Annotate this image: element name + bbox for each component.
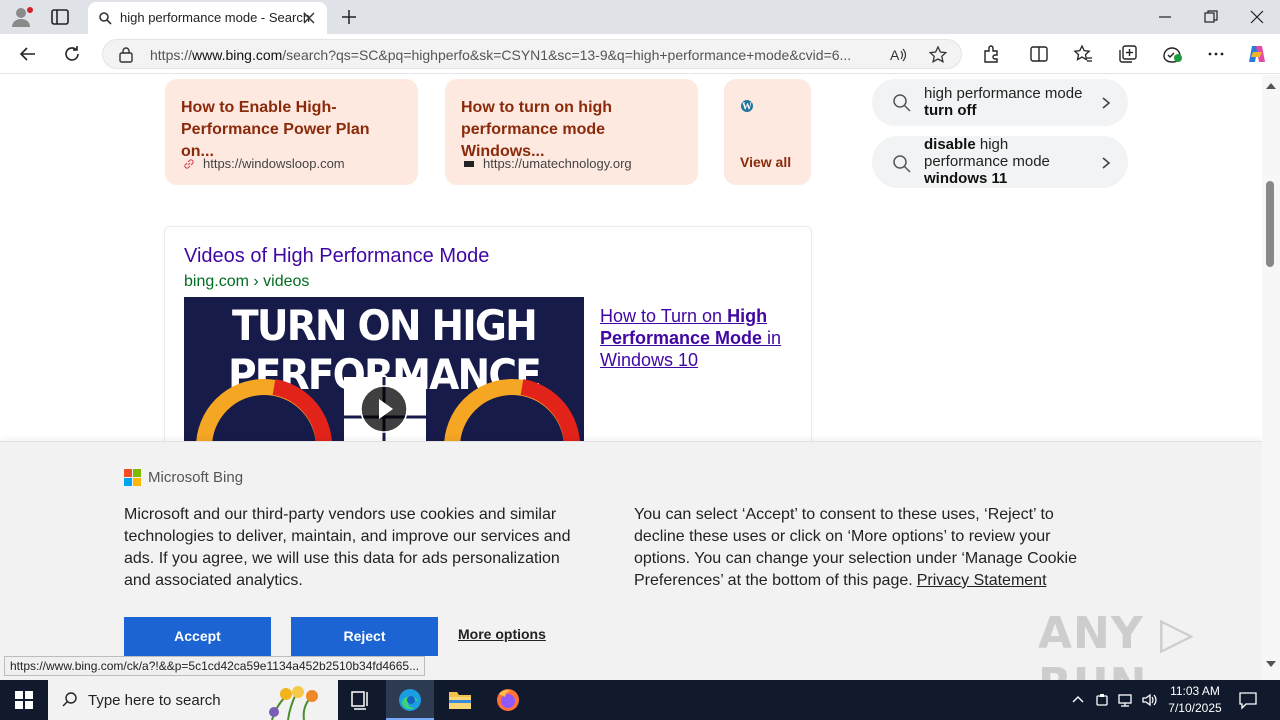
tab-actions-icon[interactable] [48, 6, 72, 28]
file-explorer-icon[interactable] [436, 680, 484, 720]
privacy-statement-link[interactable]: Privacy Statement [917, 572, 1047, 589]
split-screen-icon[interactable] [1028, 43, 1050, 65]
meet-now-icon[interactable] [1094, 691, 1112, 709]
microsoft-logo-icon [124, 469, 142, 487]
related-search-text: high performance mode turn off [924, 85, 1084, 119]
edge-icon [399, 689, 421, 711]
tab-title: high performance mode - Search [120, 10, 311, 25]
favorites-icon[interactable] [1072, 43, 1094, 65]
view-all-card[interactable]: W View all [724, 79, 811, 185]
more-menu-icon[interactable] [1205, 43, 1227, 65]
refresh-icon[interactable] [61, 43, 83, 65]
clock-time: 11:03 AM [1170, 684, 1220, 698]
volume-icon[interactable] [1141, 691, 1159, 709]
restore-icon[interactable] [1200, 6, 1222, 28]
url-rest: /search?qs=SC&pq=highperfo&sk=CSYN1&sc=1… [282, 47, 852, 63]
firefox-icon[interactable] [484, 680, 532, 720]
taskbar-search-box[interactable]: Type here to search [48, 680, 338, 720]
site-favicon-icon [464, 161, 474, 167]
clock-date: 7/10/2025 [1168, 701, 1222, 715]
search-icon [893, 94, 911, 112]
result-card-title[interactable]: How to Enable High-Performance Power Pla… [181, 97, 406, 163]
link-icon [184, 159, 194, 169]
chevron-right-icon [1102, 157, 1111, 169]
related-search-disable[interactable]: disable high performance mode windows 11 [872, 136, 1128, 188]
windows-taskbar: Type here to search 11:03 AM 7/10/2025 [0, 680, 1280, 720]
videos-title[interactable]: Videos of High Performance Mode [184, 245, 489, 268]
svg-text:W: W [742, 102, 752, 113]
system-clock[interactable]: 11:03 AM 7/10/2025 [1164, 683, 1226, 717]
minimize-icon[interactable] [1154, 6, 1176, 28]
back-icon[interactable] [17, 43, 39, 65]
url-domain: www.bing.com [192, 47, 283, 63]
brand-name: Microsoft Bing [148, 469, 244, 486]
new-tab-icon[interactable] [338, 6, 360, 28]
read-aloud-icon[interactable]: A [888, 45, 908, 65]
related-search-bold-pre: disable [924, 136, 976, 153]
related-search-prefix: high performance mode [924, 85, 1083, 102]
notification-icon[interactable] [1238, 690, 1258, 710]
result-card-source: https://umatechnology.org [483, 156, 632, 171]
search-icon [99, 12, 112, 25]
vertical-scrollbar[interactable] [1262, 75, 1280, 680]
flowers-decoration-icon [269, 686, 318, 720]
taskbar-edge-app[interactable] [386, 680, 434, 720]
chevron-up-icon[interactable] [1069, 691, 1087, 709]
svg-text:A: A [890, 47, 900, 63]
favorite-star-icon[interactable] [928, 45, 948, 65]
search-icon [893, 155, 911, 173]
task-view-icon[interactable] [336, 680, 384, 720]
cookie-description: Microsoft and our third-party vendors us… [124, 506, 571, 589]
chevron-right-icon [1102, 97, 1111, 109]
accept-button[interactable]: Accept [124, 617, 271, 656]
active-tab[interactable]: high performance mode - Search [88, 2, 327, 34]
site-info-icon[interactable] [117, 46, 135, 64]
windows-start-icon[interactable] [0, 680, 48, 720]
taskbar-search-placeholder: Type here to search [88, 692, 221, 709]
page-content: How to Enable High-Performance Power Pla… [0, 75, 1262, 680]
copilot-icon[interactable] [1246, 43, 1268, 65]
result-card-title[interactable]: How to turn on high performance mode Win… [461, 97, 689, 163]
result-card-2[interactable]: How to turn on high performance mode Win… [445, 79, 698, 185]
collections-icon[interactable] [1117, 43, 1139, 65]
wordpress-icon: W [741, 100, 753, 113]
related-search-bold: windows 11 [924, 170, 1008, 187]
view-all-link[interactable]: View all [740, 154, 791, 170]
scroll-thumb[interactable] [1266, 181, 1274, 267]
extensions-icon[interactable] [980, 43, 1002, 65]
address-bar[interactable]: https://www.bing.com/search?qs=SC&pq=hig… [102, 39, 962, 69]
browser-essentials-icon[interactable] [1161, 43, 1183, 65]
tab-strip: high performance mode - Search [0, 0, 1280, 34]
cookie-options-text: You can select ‘Accept’ to consent to th… [634, 504, 1084, 592]
result-card-1[interactable]: How to Enable High-Performance Power Pla… [165, 79, 418, 185]
related-search-bold: turn off [924, 102, 977, 119]
reject-button[interactable]: Reject [291, 617, 438, 656]
result-card-source: https://windowsloop.com [203, 156, 345, 171]
close-tab-icon[interactable] [302, 11, 316, 25]
close-window-icon[interactable] [1246, 6, 1268, 28]
play-icon[interactable] [360, 385, 408, 433]
video-link-pre: How to Turn on [600, 306, 728, 326]
scroll-up-icon[interactable] [1265, 81, 1277, 91]
related-search-text: disable high performance mode windows 11 [924, 136, 1084, 187]
browser-toolbar: https://www.bing.com/search?qs=SC&pq=hig… [0, 34, 1280, 74]
url-prefix: https:// [150, 47, 193, 63]
more-options-link[interactable]: More options [458, 626, 546, 642]
network-icon[interactable] [1117, 691, 1135, 709]
profile-icon[interactable] [10, 6, 34, 28]
url-text[interactable]: https://www.bing.com/search?qs=SC&pq=hig… [150, 47, 875, 63]
search-icon [62, 692, 77, 707]
videos-source: bing.com › videos [184, 273, 310, 290]
video-link[interactable]: How to Turn on High Performance Mode in … [600, 305, 790, 371]
link-status-bar: https://www.bing.com/ck/a?!&&p=5c1cd42ca… [4, 656, 426, 676]
related-search-turn-off[interactable]: high performance mode turn off [872, 79, 1128, 126]
